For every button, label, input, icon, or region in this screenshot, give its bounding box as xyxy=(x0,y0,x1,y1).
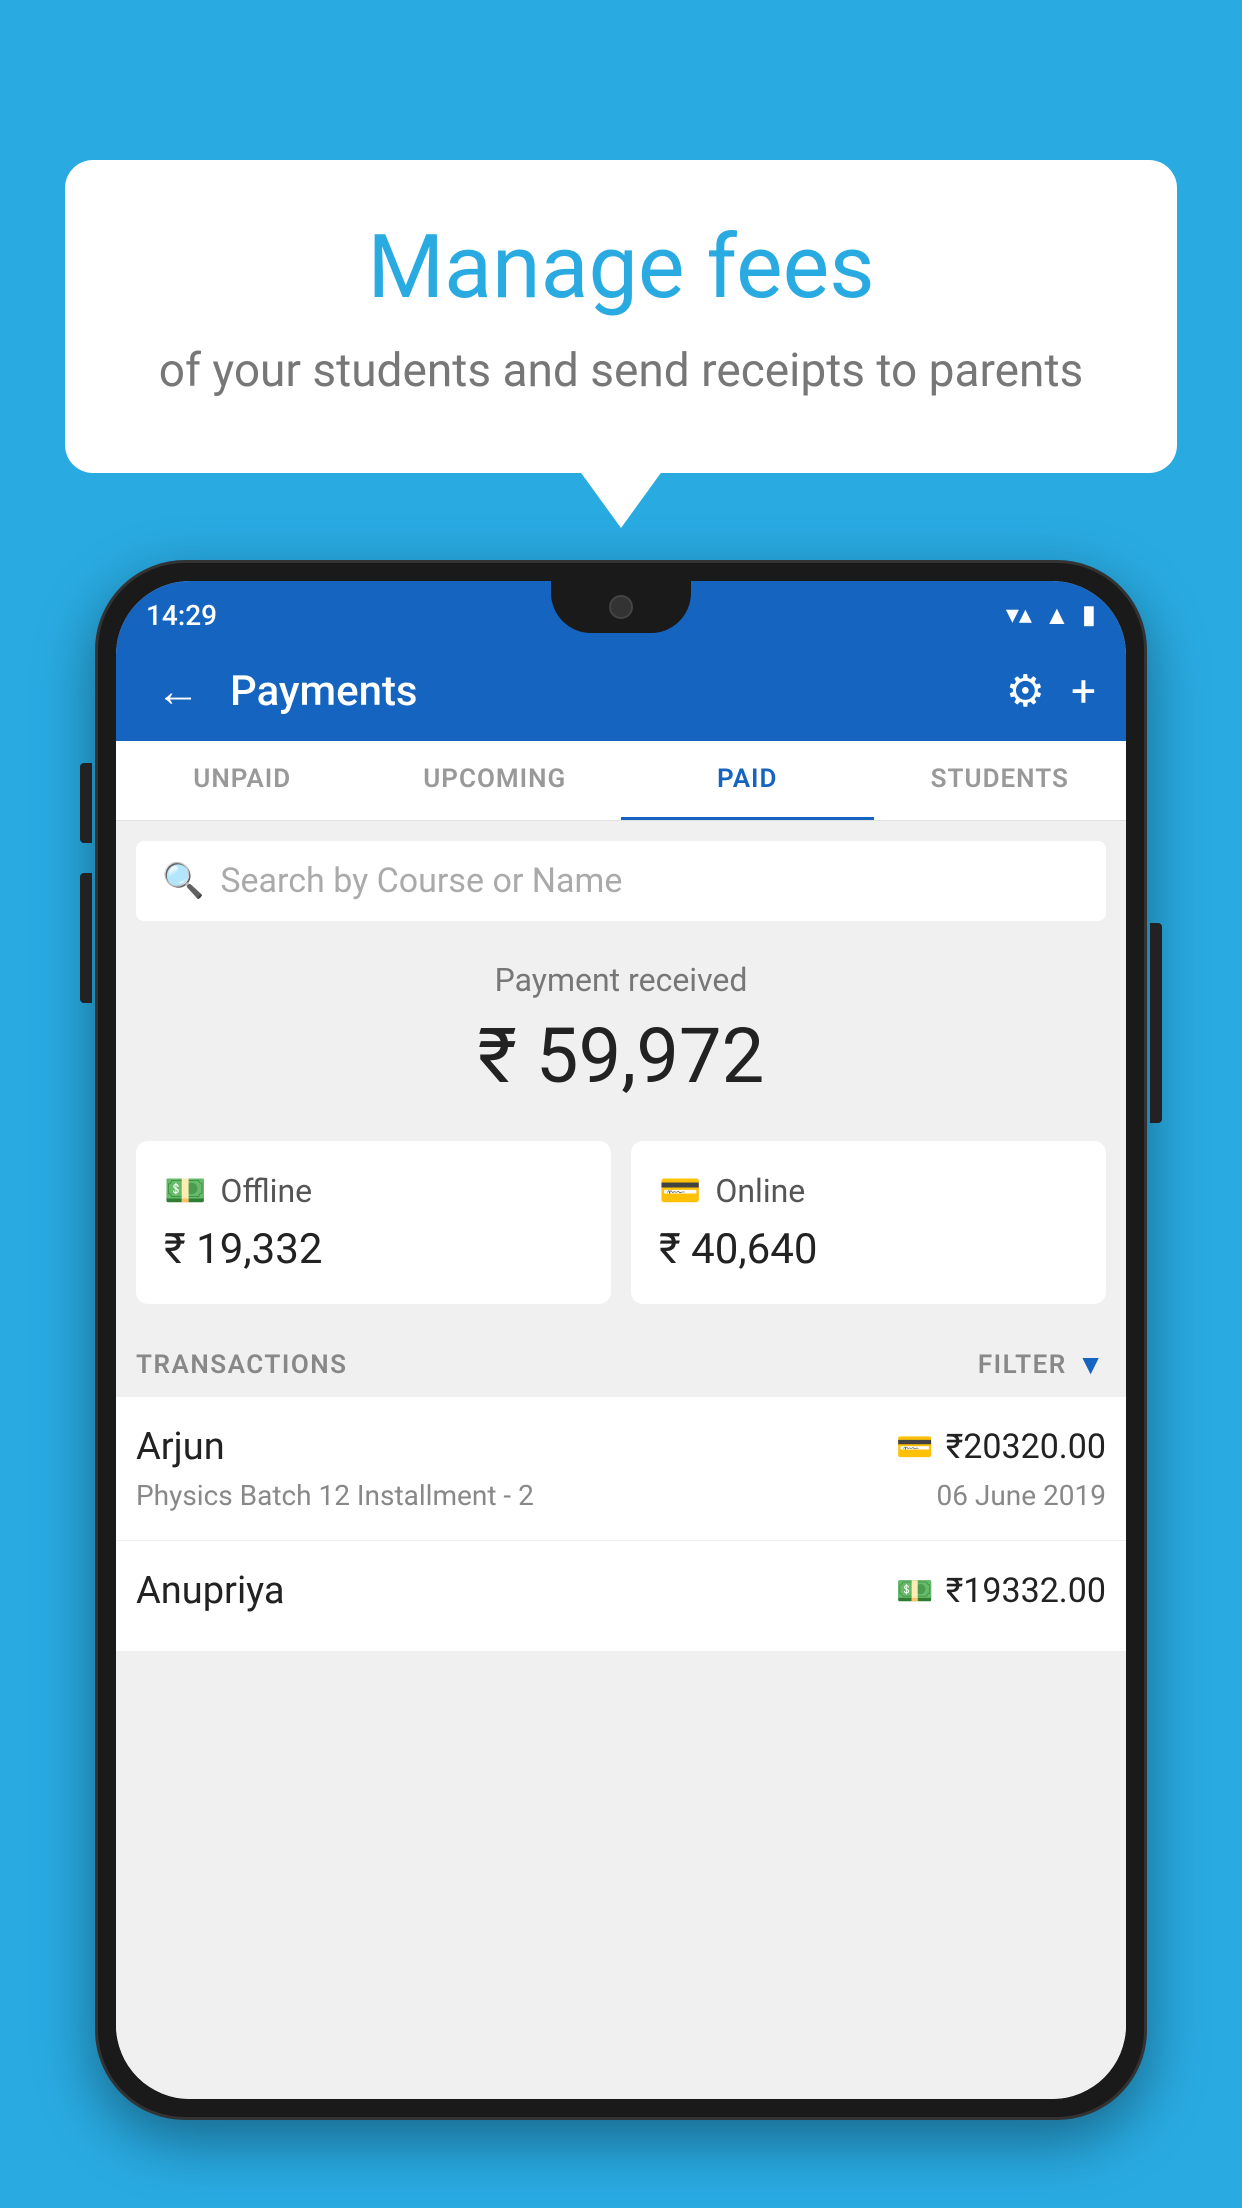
battery-icon: ▮ xyxy=(1082,600,1096,630)
transaction-amount-2: 💵 ₹19332.00 xyxy=(896,1571,1106,1611)
wifi-icon: ▾▴ xyxy=(1006,600,1032,630)
payment-amount: ₹ 59,972 xyxy=(136,1011,1106,1101)
camera xyxy=(609,595,633,619)
transaction-bottom-1: Physics Batch 12 Installment - 2 06 June… xyxy=(136,1479,1106,1512)
status-time: 14:29 xyxy=(146,591,217,632)
filter-icon: ▼ xyxy=(1077,1348,1106,1381)
offline-card-top: 💵 Offline xyxy=(164,1171,583,1211)
table-row[interactable]: Arjun 💳 ₹20320.00 Physics Batch 12 Insta… xyxy=(116,1397,1126,1541)
transaction-top-1: Arjun 💳 ₹20320.00 xyxy=(136,1425,1106,1469)
table-row[interactable]: Anupriya 💵 ₹19332.00 xyxy=(116,1541,1126,1652)
app-bar: ← Payments ⚙ + xyxy=(116,641,1126,741)
online-card: 💳 Online ₹ 40,640 xyxy=(631,1141,1106,1304)
app-bar-actions: ⚙ + xyxy=(1006,665,1096,717)
payment-summary: Payment received ₹ 59,972 xyxy=(116,921,1126,1121)
course-info-1: Physics Batch 12 Installment - 2 xyxy=(136,1479,534,1512)
transaction-amount-1: 💳 ₹20320.00 xyxy=(896,1427,1106,1467)
cash-icon: 💵 xyxy=(164,1171,206,1211)
search-placeholder: Search by Course or Name xyxy=(220,861,622,901)
transaction-list: Arjun 💳 ₹20320.00 Physics Batch 12 Insta… xyxy=(116,1397,1126,1652)
speech-bubble-container: Manage fees of your students and send re… xyxy=(65,160,1177,473)
notch xyxy=(551,581,691,633)
phone-screen: 14:29 ▾▴ ▲ ▮ ← Payments ⚙ + xyxy=(116,581,1126,2099)
settings-button[interactable]: ⚙ xyxy=(1006,665,1045,717)
tab-paid[interactable]: PAID xyxy=(621,741,874,820)
transactions-label: TRANSACTIONS xyxy=(136,1350,348,1380)
volume-down-button xyxy=(80,873,92,1003)
payment-cards: 💵 Offline ₹ 19,332 💳 Online ₹ 40,640 xyxy=(116,1121,1126,1324)
speech-bubble: Manage fees of your students and send re… xyxy=(65,160,1177,473)
tab-upcoming[interactable]: UPCOMING xyxy=(369,741,622,820)
status-icons: ▾▴ ▲ ▮ xyxy=(1006,592,1096,631)
offline-card: 💵 Offline ₹ 19,332 xyxy=(136,1141,611,1304)
filter-label: FILTER xyxy=(978,1350,1067,1380)
tab-students[interactable]: STUDENTS xyxy=(874,741,1127,820)
filter-button[interactable]: FILTER ▼ xyxy=(978,1348,1106,1381)
tab-unpaid[interactable]: UNPAID xyxy=(116,741,369,820)
transaction-date-1: 06 June 2019 xyxy=(936,1479,1106,1512)
signal-icon: ▲ xyxy=(1044,600,1070,631)
content-area: 🔍 Search by Course or Name Payment recei… xyxy=(116,821,1126,2099)
cash-payment-icon: 💵 xyxy=(896,1574,933,1609)
volume-up-button xyxy=(80,763,92,843)
offline-amount: ₹ 19,332 xyxy=(164,1225,583,1274)
search-icon: 🔍 xyxy=(162,861,204,901)
transaction-top-2: Anupriya 💵 ₹19332.00 xyxy=(136,1569,1106,1613)
student-name-1: Arjun xyxy=(136,1425,225,1469)
search-bar[interactable]: 🔍 Search by Course or Name xyxy=(136,841,1106,921)
student-name-2: Anupriya xyxy=(136,1569,285,1613)
page-title: Payments xyxy=(230,667,986,716)
offline-label: Offline xyxy=(220,1172,312,1210)
online-amount: ₹ 40,640 xyxy=(659,1225,1078,1274)
card-icon: 💳 xyxy=(659,1171,701,1211)
payment-received-label: Payment received xyxy=(136,961,1106,999)
phone-device: 14:29 ▾▴ ▲ ▮ ← Payments ⚙ + xyxy=(95,560,1147,2208)
back-button[interactable]: ← xyxy=(146,655,210,727)
card-payment-icon: 💳 xyxy=(896,1430,933,1465)
transactions-header: TRANSACTIONS FILTER ▼ xyxy=(116,1324,1126,1397)
bubble-title: Manage fees xyxy=(135,220,1107,317)
bubble-subtitle: of your students and send receipts to pa… xyxy=(135,339,1107,403)
phone-outer: 14:29 ▾▴ ▲ ▮ ← Payments ⚙ + xyxy=(95,560,1147,2120)
online-card-top: 💳 Online xyxy=(659,1171,1078,1211)
add-button[interactable]: + xyxy=(1071,665,1096,717)
power-button xyxy=(1150,923,1162,1123)
tab-bar: UNPAID UPCOMING PAID STUDENTS xyxy=(116,741,1126,821)
online-label: Online xyxy=(715,1172,805,1210)
